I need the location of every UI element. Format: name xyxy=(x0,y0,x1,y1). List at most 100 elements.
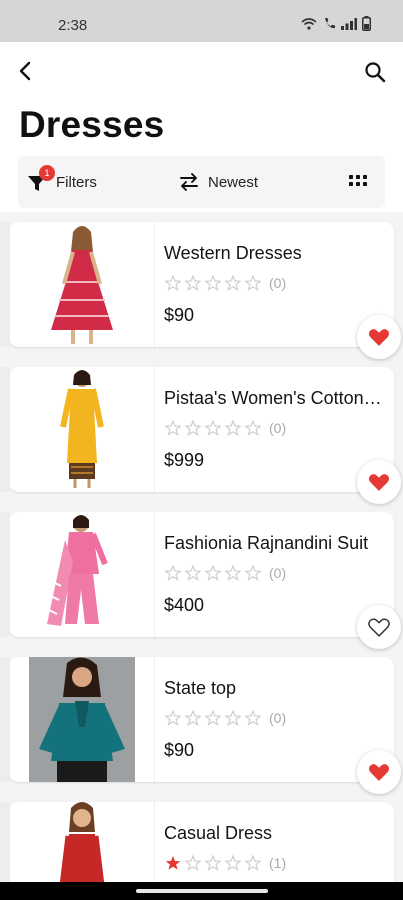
review-count: (0) xyxy=(269,565,287,581)
suit-photo-icon xyxy=(33,512,131,637)
product-image xyxy=(9,222,154,347)
search-icon xyxy=(365,62,386,83)
product-card[interactable]: Casual Dress (1) xyxy=(9,802,394,887)
app-header xyxy=(0,42,403,102)
sort-label: Newest xyxy=(208,173,259,191)
review-count: (1) xyxy=(269,855,287,871)
product-image xyxy=(9,512,154,637)
rating-stars: (0) xyxy=(165,420,286,436)
battery-icon xyxy=(362,16,371,31)
rating-stars: (0) xyxy=(165,275,286,291)
signal-icon xyxy=(341,17,357,30)
star-empty-icon xyxy=(245,710,261,726)
star-empty-icon xyxy=(185,275,201,291)
star-empty-icon xyxy=(185,710,201,726)
star-empty-icon xyxy=(245,420,261,436)
heart-filled-icon xyxy=(368,474,390,491)
star-empty-icon xyxy=(165,420,181,436)
status-icons xyxy=(301,16,371,31)
favorite-button[interactable] xyxy=(357,460,401,504)
carousel-edge xyxy=(0,657,10,782)
filter-sort-bar: 1 Filters Newest xyxy=(18,156,385,208)
status-bar: 2:38 xyxy=(0,0,403,42)
phone-wifi-icon xyxy=(325,17,335,28)
product-image xyxy=(9,367,154,492)
review-count: (0) xyxy=(269,275,287,291)
product-price: $90 xyxy=(164,740,195,760)
grid-view-icon xyxy=(349,175,367,186)
product-price: $400 xyxy=(164,595,205,615)
star-empty-icon xyxy=(205,565,221,581)
grid-view-toggle[interactable] xyxy=(349,174,367,188)
back-arrow-icon xyxy=(19,61,31,81)
kurta-photo-icon xyxy=(41,367,123,492)
page-title: Dresses xyxy=(19,104,165,145)
rating-stars: (1) xyxy=(165,855,286,871)
card-divider xyxy=(154,512,155,637)
product-list[interactable]: Western Dresses (0) $90 Pistaa's Women's… xyxy=(0,212,403,887)
rating-stars: (0) xyxy=(165,565,286,581)
filters-button[interactable]: 1 Filters xyxy=(26,165,97,196)
review-count: (0) xyxy=(269,420,287,436)
heart-filled-icon xyxy=(368,764,390,781)
product-name[interactable]: Pistaa's Women's Cotton Kurta xyxy=(164,388,382,409)
favorite-button[interactable] xyxy=(357,315,401,359)
star-empty-icon xyxy=(245,565,261,581)
star-empty-icon xyxy=(225,275,241,291)
review-count: (0) xyxy=(269,710,287,726)
product-name[interactable]: Casual Dress xyxy=(164,823,382,844)
card-divider xyxy=(154,222,155,347)
star-empty-icon xyxy=(225,420,241,436)
star-empty-icon xyxy=(205,275,221,291)
favorite-button[interactable] xyxy=(357,750,401,794)
product-price: $999 xyxy=(164,450,205,470)
wifi-calling-icon xyxy=(301,17,317,30)
sort-button[interactable]: Newest xyxy=(178,168,258,196)
star-filled-icon xyxy=(165,856,181,870)
product-price: $90 xyxy=(164,305,195,325)
product-image xyxy=(9,802,154,887)
product-card[interactable]: Western Dresses (0) $90 xyxy=(9,222,401,359)
back-button[interactable] xyxy=(14,58,40,84)
filters-label: Filters xyxy=(56,173,97,191)
product-name[interactable]: Western Dresses xyxy=(164,243,382,264)
star-empty-icon xyxy=(185,420,201,436)
star-empty-icon xyxy=(205,855,221,871)
system-nav-bar xyxy=(0,882,403,900)
dress-photo-icon xyxy=(35,222,129,347)
star-empty-icon xyxy=(245,275,261,291)
product-name[interactable]: State top xyxy=(164,678,382,699)
product-name[interactable]: Fashionia Rajnandini Suit xyxy=(164,533,382,554)
star-empty-icon xyxy=(205,710,221,726)
filters-count-badge: 1 xyxy=(39,165,55,181)
favorite-button[interactable] xyxy=(357,605,401,649)
heart-outline-icon xyxy=(368,618,390,637)
carousel-edge xyxy=(0,802,10,887)
star-empty-icon xyxy=(225,710,241,726)
rating-stars: (0) xyxy=(165,710,286,726)
star-empty-icon xyxy=(185,565,201,581)
carousel-edge xyxy=(0,367,10,492)
casual-dress-photo-icon xyxy=(39,802,125,887)
star-empty-icon xyxy=(185,855,201,871)
card-divider xyxy=(154,657,155,782)
product-card[interactable]: State top (0) $90 xyxy=(9,657,401,794)
heart-filled-icon xyxy=(368,329,390,346)
star-empty-icon xyxy=(205,420,221,436)
status-time: 2:38 xyxy=(58,17,88,34)
search-button[interactable] xyxy=(363,60,387,84)
star-empty-icon xyxy=(225,855,241,871)
star-empty-icon xyxy=(165,565,181,581)
product-image xyxy=(9,657,154,782)
star-empty-icon xyxy=(225,565,241,581)
star-empty-icon xyxy=(165,275,181,291)
card-divider xyxy=(154,802,155,887)
product-card[interactable]: Pistaa's Women's Cotton Kurta (0) $999 xyxy=(9,367,401,504)
carousel-edge xyxy=(0,222,10,347)
home-gesture-handle[interactable] xyxy=(136,889,268,893)
product-card[interactable]: Fashionia Rajnandini Suit (0) $400 xyxy=(9,512,401,649)
star-empty-icon xyxy=(165,710,181,726)
card-divider xyxy=(154,367,155,492)
top-photo-icon xyxy=(29,657,135,782)
carousel-edge xyxy=(0,512,10,637)
